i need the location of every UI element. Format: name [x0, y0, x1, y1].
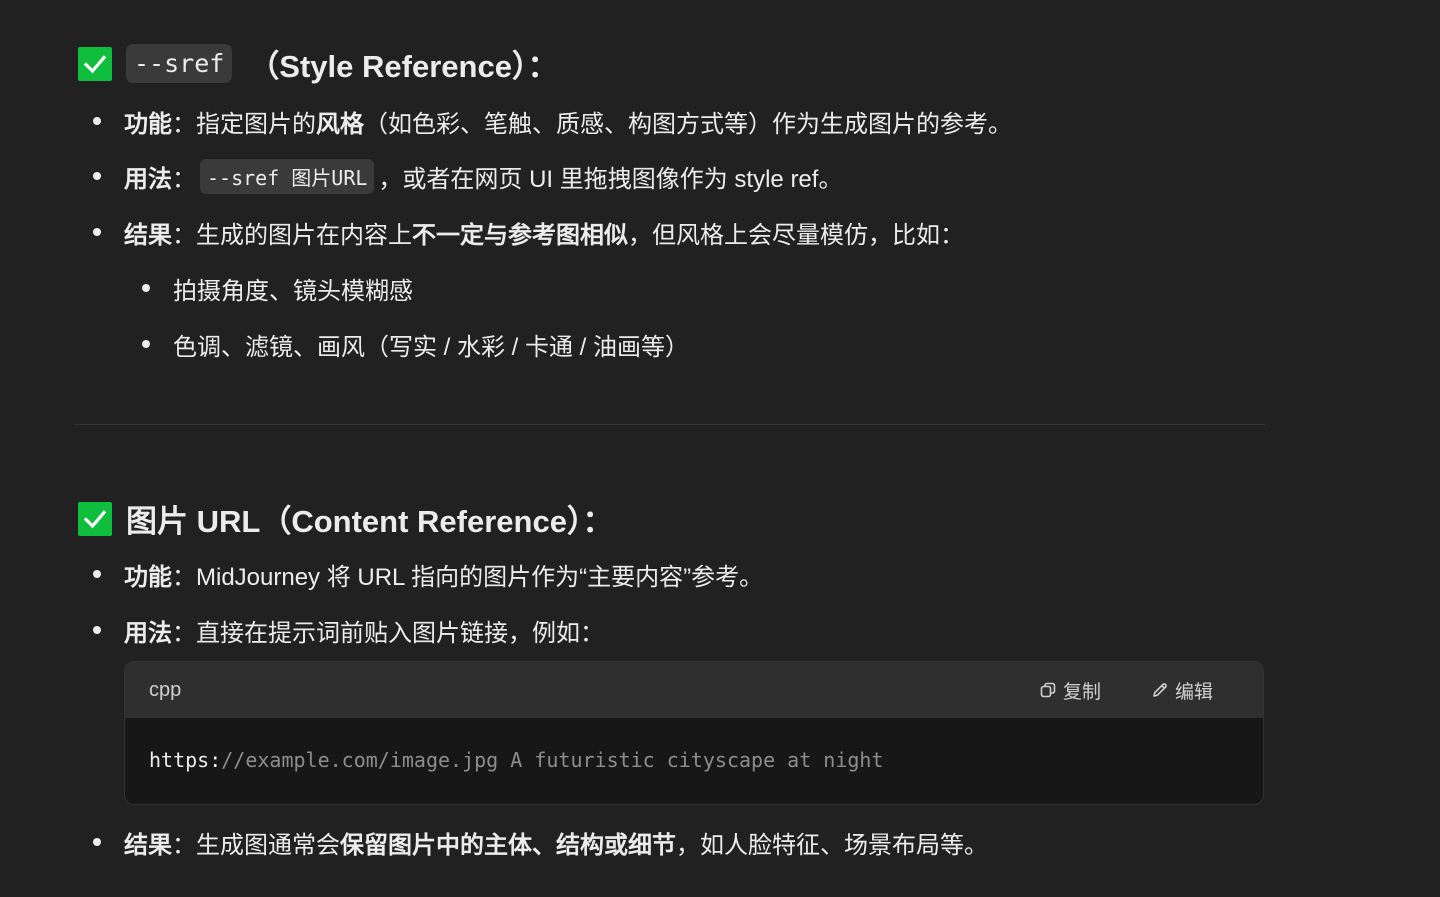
check-mark-icon — [78, 46, 112, 81]
bullet-dot-icon — [93, 117, 101, 125]
section-heading-sref: --sref （Style Reference）： — [78, 41, 558, 86]
code-language-label: cpp — [149, 678, 182, 701]
bullet-separator: ： — [172, 620, 196, 647]
sub-bullet-text: 色调、滤镜、画风（写实 / 水彩 / 卡通 / 油画等） — [173, 334, 690, 361]
sub-bullet-text: 拍摄角度、镜头模糊感 — [173, 278, 413, 305]
bullet-separator: ： — [172, 166, 196, 193]
bullet-text: MidJourney 将 URL 指向的图片作为“主要内容”参考。 — [196, 564, 764, 591]
bullet-dot-icon — [142, 340, 150, 348]
copy-button[interactable]: 复制 — [1039, 677, 1101, 704]
copy-icon — [1040, 682, 1056, 698]
bullet-label: 用法 — [124, 620, 172, 647]
bullet-dot-icon — [142, 284, 150, 292]
bullet-emphasis: 不一定与参考图相似 — [412, 222, 628, 249]
heading-title: 图片 URL（Content Reference）： — [126, 504, 614, 539]
bullet-label: 功能 — [124, 564, 172, 591]
bullet-text: 生成的图片在内容上 — [196, 222, 412, 249]
list-item: 结果 ： 生成图通常会 保留图片中的主体、结构或细节 ，如人脸特征、场景布局等。 — [93, 825, 988, 860]
bullet-separator: ： — [172, 564, 196, 591]
bullet-separator: ： — [172, 832, 196, 859]
bullet-text: ，如人脸特征、场景布局等。 — [676, 832, 988, 859]
bullet-dot-icon — [93, 570, 101, 578]
code-token-text: //example.com/image.jpg A futuristic cit… — [221, 748, 884, 772]
bullet-text: 生成图通常会 — [196, 832, 340, 859]
code-token-keyword: https: — [149, 748, 222, 772]
copy-button-label: 复制 — [1063, 681, 1102, 703]
code-block-header: cpp 复制 编辑 — [125, 662, 1263, 718]
list-item: 功能 ： MidJourney 将 URL 指向的图片作为“主要内容”参考。 — [93, 557, 764, 592]
list-item: 用法 ： --sref 图片URL ，或者在网页 UI 里拖拽图像作为 styl… — [93, 159, 843, 194]
chat-message-content: --sref （Style Reference）： 功能 ： 指定图片的 风格 … — [0, 0, 1440, 897]
check-mark-icon — [78, 501, 112, 536]
bullet-text: 直接在提示词前贴入图片链接，例如： — [196, 620, 604, 647]
inline-code: --sref 图片URL — [200, 159, 375, 194]
bullet-text: ，或者在网页 UI 里拖拽图像作为 style ref。 — [378, 166, 843, 193]
bullet-text: （如色彩、笔触、质感、构图方式等）作为生成图片的参考。 — [364, 111, 1012, 138]
code-block: cpp 复制 编辑 https://example.com/image.jpg … — [124, 661, 1264, 805]
sub-list-item: 拍摄角度、镜头模糊感 — [142, 271, 413, 306]
bullet-text: ，但风格上会尽量模仿，比如： — [628, 222, 964, 249]
bullet-emphasis: 保留图片中的主体、结构或细节 — [340, 832, 676, 859]
bullet-label: 用法 — [124, 166, 172, 193]
bullet-dot-icon — [93, 838, 101, 846]
divider — [75, 424, 1265, 425]
pencil-icon — [1153, 683, 1167, 697]
list-item: 结果 ： 生成的图片在内容上 不一定与参考图相似 ，但风格上会尽量模仿，比如： — [93, 215, 964, 250]
list-item: 用法 ： 直接在提示词前贴入图片链接，例如： — [93, 613, 604, 648]
edit-button[interactable]: 编辑 — [1151, 677, 1213, 704]
bullet-text: 指定图片的 — [196, 111, 316, 138]
bullet-separator: ： — [172, 111, 196, 138]
list-item: 功能 ： 指定图片的 风格 （如色彩、笔触、质感、构图方式等）作为生成图片的参考… — [93, 104, 1012, 139]
bullet-dot-icon — [93, 228, 101, 236]
sub-list-item: 色调、滤镜、画风（写实 / 水彩 / 卡通 / 油画等） — [142, 327, 690, 362]
bullet-dot-icon — [93, 172, 101, 180]
bullet-label: 功能 — [124, 111, 172, 138]
bullet-label: 结果 — [124, 832, 172, 859]
bullet-separator: ： — [172, 222, 196, 249]
bullet-emphasis: 风格 — [316, 111, 364, 138]
code-content: https://example.com/image.jpg A futurist… — [149, 748, 884, 772]
edit-button-label: 编辑 — [1175, 681, 1214, 703]
bullet-label: 结果 — [124, 222, 172, 249]
bullet-dot-icon — [93, 626, 101, 634]
section-heading-image-url: 图片 URL（Content Reference）： — [78, 496, 613, 541]
heading-title: （Style Reference）： — [248, 49, 559, 84]
heading-inline-code: --sref — [126, 44, 233, 83]
